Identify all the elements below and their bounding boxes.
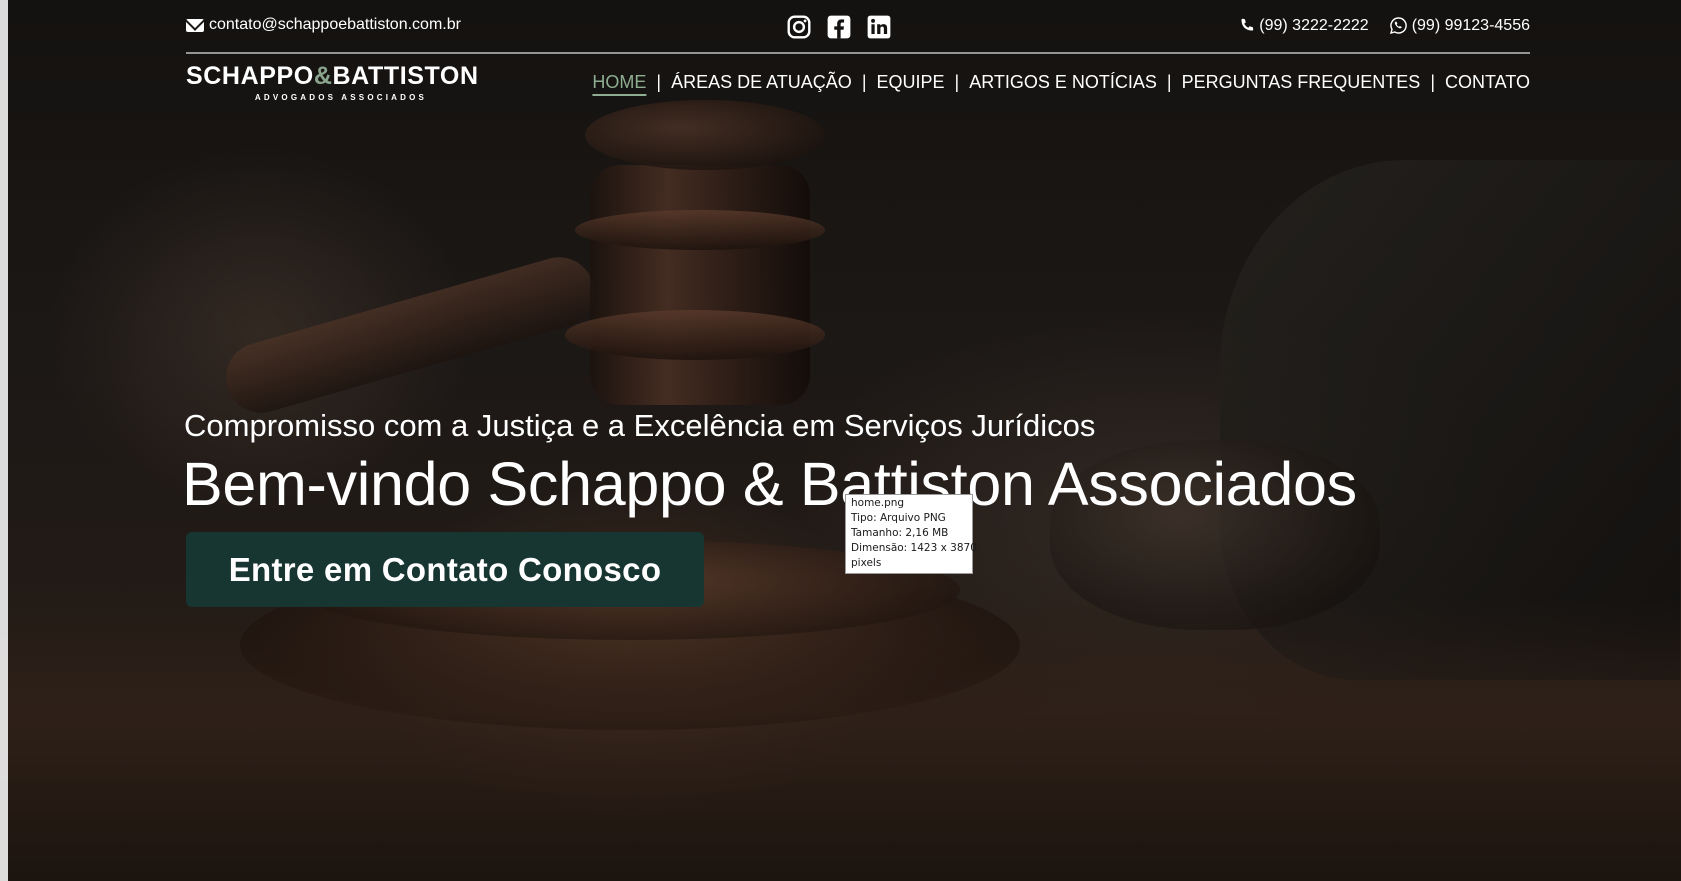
logo-name-left: SCHAPPO bbox=[186, 62, 314, 90]
whatsapp-icon bbox=[1389, 17, 1407, 35]
logo-ampersand: & bbox=[313, 62, 333, 90]
main-nav: HOME | ÁREAS DE ATUAÇÃO | EQUIPE | ARTIG… bbox=[582, 72, 1530, 93]
table-surface bbox=[0, 600, 1681, 881]
tooltip-dimension-unit: pixels bbox=[851, 557, 882, 569]
gavel-ring-lower-shape bbox=[565, 310, 825, 360]
whatsapp-link[interactable]: (99) 99123-4556 bbox=[1389, 16, 1530, 35]
phone-number: (99) 3222-2222 bbox=[1259, 16, 1369, 34]
facebook-icon[interactable] bbox=[826, 14, 852, 40]
top-contact-bar: contato@schappoebattiston.com.br (99) 32… bbox=[186, 12, 1530, 42]
whatsapp-number: (99) 99123-4556 bbox=[1411, 16, 1530, 34]
gavel-head-shape bbox=[590, 165, 810, 405]
email-text: contato@schappoebattiston.com.br bbox=[209, 16, 461, 33]
email-link[interactable]: contato@schappoebattiston.com.br bbox=[186, 16, 461, 34]
tooltip-size: Tamanho: 2,16 MB bbox=[851, 527, 949, 539]
logo-subtitle: ADVOGADOS ASSOCIADOS bbox=[254, 93, 428, 102]
hero-section: contato@schappoebattiston.com.br (99) 32… bbox=[0, 0, 1681, 881]
tooltip-dimension: Dimensão: 1423 x 3870 bbox=[851, 542, 977, 554]
gavel-handle-shape bbox=[217, 248, 603, 422]
logo[interactable]: SCHAPPO&BATTISTON ADVOGADOS ASSOCIADOS bbox=[186, 62, 496, 102]
linkedin-icon[interactable] bbox=[866, 14, 892, 40]
gavel-top-shape bbox=[585, 100, 825, 170]
instagram-icon[interactable] bbox=[786, 14, 812, 40]
logo-wordmark: SCHAPPO&BATTISTON bbox=[186, 62, 496, 91]
hero-headline: Bem-vindo Schappo & Battiston Associados bbox=[182, 450, 1357, 518]
page-edge bbox=[0, 0, 8, 881]
tooltip-filename: home.png bbox=[851, 497, 905, 509]
phone-contacts: (99) 3222-2222 (99) 99123-4556 bbox=[1238, 16, 1530, 35]
envelope-icon bbox=[186, 18, 204, 32]
contact-cta-button[interactable]: Entre em Contato Conosco bbox=[186, 532, 704, 607]
nav-item-contato[interactable]: CONTATO bbox=[1435, 72, 1530, 93]
file-info-tooltip: home.png Tipo: Arquivo PNG Tamanho: 2,16… bbox=[845, 494, 977, 574]
hero-subtitle: Compromisso com a Justiça e a Excelência… bbox=[184, 408, 1096, 443]
logo-name-right: BATTISTON bbox=[332, 62, 479, 90]
nav-item-areas[interactable]: ÁREAS DE ATUAÇÃO bbox=[661, 72, 862, 93]
background-sleeve bbox=[1220, 160, 1680, 680]
gavel-ring-shape bbox=[575, 210, 825, 250]
header-divider bbox=[186, 52, 1530, 54]
tooltip-type: Tipo: Arquivo PNG bbox=[851, 512, 946, 524]
nav-item-artigos[interactable]: ARTIGOS E NOTÍCIAS bbox=[959, 72, 1167, 93]
phone-icon bbox=[1241, 18, 1254, 31]
phone-link[interactable]: (99) 3222-2222 bbox=[1238, 16, 1369, 35]
nav-item-equipe[interactable]: EQUIPE bbox=[867, 72, 955, 93]
social-links bbox=[786, 14, 892, 40]
nav-item-faq[interactable]: PERGUNTAS FREQUENTES bbox=[1172, 72, 1431, 93]
nav-item-home[interactable]: HOME bbox=[582, 72, 656, 93]
